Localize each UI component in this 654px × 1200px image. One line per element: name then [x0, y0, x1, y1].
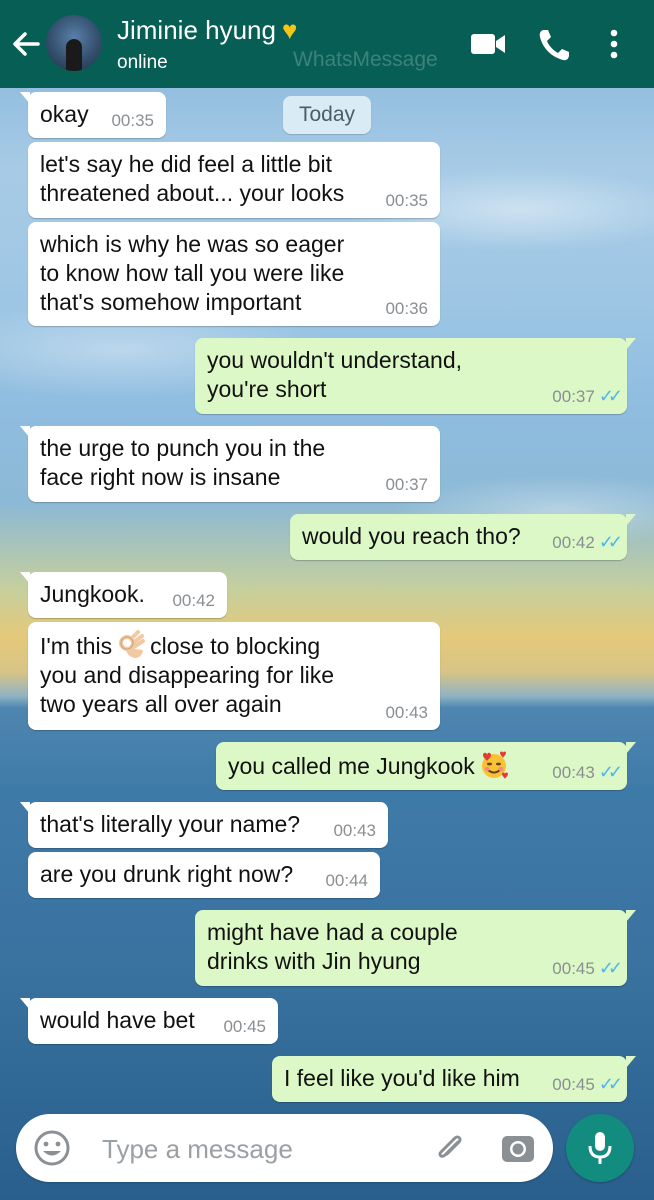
- message-bubble-incoming[interactable]: okay 00:35: [20, 92, 166, 138]
- read-receipt-icon: ✓✓: [598, 386, 623, 406]
- message-bubble-incoming[interactable]: I'm this close to blocking you and disap…: [28, 622, 440, 730]
- message-bubble-outgoing[interactable]: might have had a couple drinks with Jin …: [195, 910, 636, 986]
- message-bubble-outgoing[interactable]: would you reach tho? 00:42 ✓✓: [290, 514, 636, 560]
- contact-status: online: [117, 52, 168, 73]
- message-bubble-incoming[interactable]: would have bet 00:45: [20, 998, 278, 1044]
- message-text: I'm this close to blocking you and disap…: [40, 630, 440, 719]
- read-receipt-icon: ✓✓: [598, 532, 623, 552]
- message-input[interactable]: Type a message: [102, 1134, 293, 1165]
- back-arrow-icon[interactable]: [10, 26, 42, 62]
- contact-name-text: Jiminie hyung: [117, 15, 276, 45]
- video-call-icon[interactable]: [470, 22, 508, 66]
- avatar[interactable]: [46, 15, 102, 71]
- message-text: let's say he did feel a little bit threa…: [40, 151, 345, 206]
- message-bubble-incoming[interactable]: let's say he did feel a little bit threa…: [28, 142, 440, 218]
- message-time: 00:43 ✓✓: [552, 762, 623, 782]
- ok-hand-emoji-icon: [119, 630, 146, 658]
- message-bubble-incoming[interactable]: are you drunk right now? 00:44: [28, 852, 380, 898]
- message-time: 00:36: [385, 299, 428, 318]
- message-text: which is why he was so eager to know how…: [40, 231, 345, 315]
- message-bubble-incoming[interactable]: that's literally your name? 00:43: [20, 802, 388, 848]
- message-time: 00:43: [385, 703, 428, 722]
- smiling-face-with-hearts-emoji-icon: [481, 751, 508, 779]
- message-time: 00:37: [385, 475, 428, 494]
- message-text: the urge to punch you in the face right …: [40, 435, 326, 490]
- message-time-text: 00:45: [552, 959, 595, 978]
- more-options-icon[interactable]: [604, 22, 624, 66]
- message-time-text: 00:43: [552, 763, 595, 782]
- message-time: 00:42: [172, 591, 215, 610]
- contact-name[interactable]: Jiminie hyung ♥: [117, 15, 297, 46]
- read-receipt-icon: ✓✓: [598, 1074, 623, 1094]
- message-bubble-incoming[interactable]: Jungkook. 00:42: [20, 572, 227, 618]
- message-time-text: 00:45: [552, 1075, 595, 1094]
- message-time: 00:45 ✓✓: [552, 1074, 623, 1094]
- camera-icon[interactable]: [498, 1128, 538, 1168]
- message-time: 00:37 ✓✓: [552, 386, 623, 406]
- message-time-text: 00:37: [552, 387, 595, 406]
- emoji-icon[interactable]: [32, 1128, 72, 1168]
- read-receipt-icon: ✓✓: [598, 762, 623, 782]
- message-time: 00:42 ✓✓: [552, 532, 623, 552]
- message-time: 00:45: [223, 1017, 266, 1036]
- yellow-heart-icon: ♥: [281, 15, 298, 45]
- date-chip: Today: [283, 96, 371, 134]
- paperclip-icon[interactable]: [430, 1128, 470, 1168]
- read-receipt-icon: ✓✓: [598, 958, 623, 978]
- message-bubble-outgoing[interactable]: I feel like you'd like him 00:45 ✓✓: [272, 1056, 636, 1102]
- message-bubble-incoming[interactable]: the urge to punch you in the face right …: [20, 426, 440, 502]
- message-time: 00:35: [385, 191, 428, 210]
- message-text-part: I'm this: [40, 633, 113, 659]
- watermark: WhatsMessage: [293, 48, 438, 71]
- microphone-icon: [588, 1132, 612, 1164]
- message-bubble-outgoing[interactable]: you called me Jungkook 00:43 ✓✓: [216, 742, 636, 790]
- message-text-part: you called me Jungkook: [228, 753, 475, 779]
- voice-call-icon[interactable]: [536, 22, 570, 66]
- voice-record-button[interactable]: [566, 1114, 634, 1182]
- chat-header: Jiminie hyung ♥ online WhatsMessage: [0, 0, 654, 88]
- message-time: 00:44: [325, 871, 368, 890]
- message-time: 00:35: [111, 111, 154, 130]
- message-composer: Type a message: [16, 1114, 553, 1182]
- message-time-text: 00:42: [552, 533, 595, 552]
- chat-screen: Jiminie hyung ♥ online WhatsMessage Today…: [0, 0, 654, 1200]
- message-bubble-outgoing[interactable]: you wouldn't understand, you're short 00…: [195, 338, 636, 414]
- message-time: 00:45 ✓✓: [552, 958, 623, 978]
- message-time: 00:43: [333, 821, 376, 840]
- message-bubble-incoming[interactable]: which is why he was so eager to know how…: [28, 222, 440, 326]
